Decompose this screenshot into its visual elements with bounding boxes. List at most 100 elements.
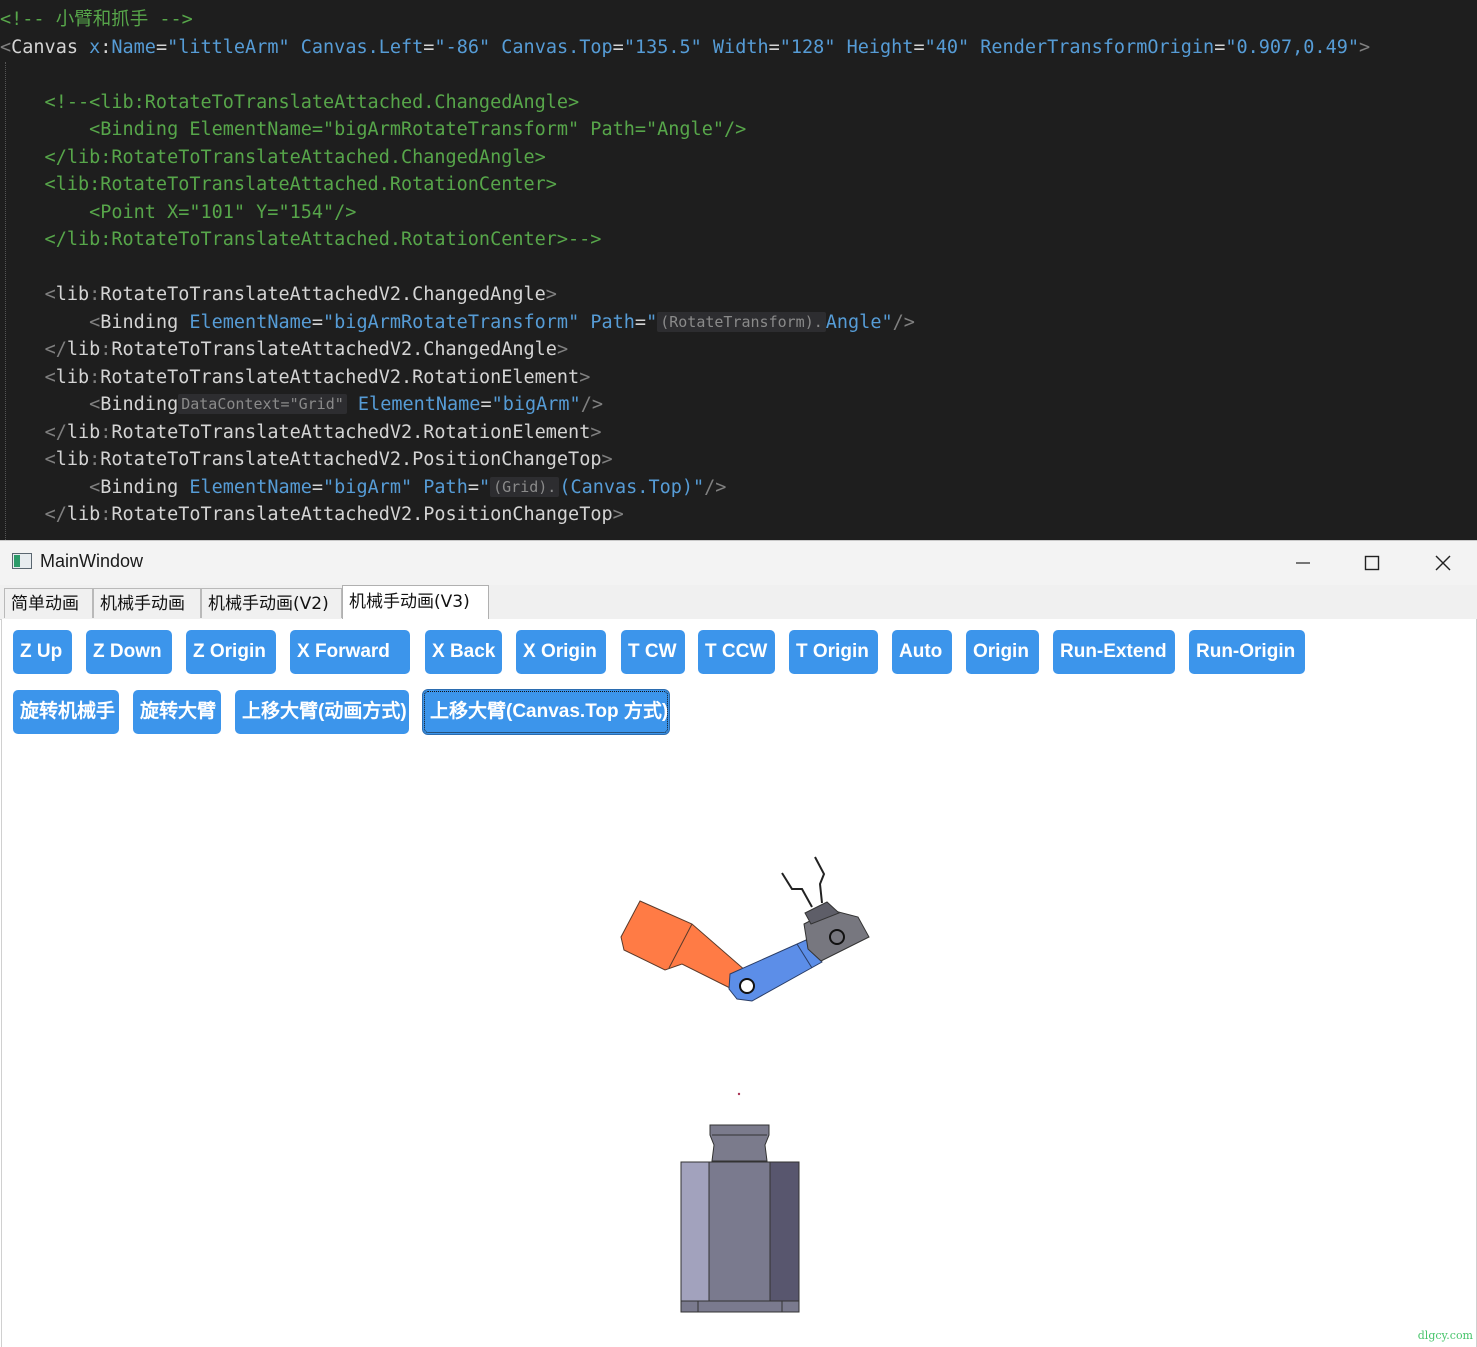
code-token: < <box>89 394 101 415</box>
code-token: Binding <box>100 311 190 333</box>
code-token: : <box>89 449 101 470</box>
code-token: = <box>768 36 780 58</box>
code-token: Binding <box>100 394 179 415</box>
code-token: > <box>590 421 602 443</box>
code-token: lib <box>55 284 90 305</box>
code-editor[interactable]: <!-- 小臂和抓手 --> <Canvas x:Name="littleArm"… <box>0 0 1477 540</box>
code-token: <!--<lib:RotateToTranslateAttached.Chang… <box>0 91 580 113</box>
code-token: <!-- 小臂和抓手 --> <box>0 9 193 30</box>
robot-base <box>680 1124 800 1313</box>
big-arm <box>620 900 747 994</box>
code-token: RenderTransformOrigin <box>980 36 1215 58</box>
inline-hint: DataContext="Grid" <box>178 394 347 414</box>
inline-hint: (RotateTransform). <box>657 311 826 332</box>
code-token: "135.5" <box>623 36 702 58</box>
code-token: > <box>545 284 557 305</box>
code-token: > <box>1358 36 1371 58</box>
code-token: = <box>1214 36 1226 58</box>
code-token: "bigArmRotateTransform" <box>323 311 580 333</box>
code-token: Angle" <box>825 311 893 333</box>
code-token: " <box>646 311 658 333</box>
code-token: < <box>0 36 12 58</box>
code-line: <lib:RotateToTranslateAttached.RotationC… <box>0 171 557 198</box>
code-token: <Point X="101" Y="154"/> <box>0 201 357 223</box>
code-token: Path <box>423 476 468 498</box>
code-token: " <box>478 476 491 498</box>
code-token: </ <box>44 504 67 525</box>
code-line: <!--<lib:RotateToTranslateAttached.Chang… <box>0 89 580 116</box>
code-token: RotateToTranslateAttachedV2.PositionChan… <box>100 449 602 470</box>
code-token: </lib:RotateToTranslateAttached.Rotation… <box>0 229 602 250</box>
maximize-button[interactable] <box>1339 541 1405 585</box>
code-token: : <box>100 36 112 58</box>
code-token: "0.907,0.49" <box>1225 36 1359 58</box>
code-token: RotateToTranslateAttachedV2.RotationElem… <box>100 366 580 388</box>
code-token: /> <box>704 476 727 498</box>
code-token: RotateToTranslateAttachedV2.ChangedAngle <box>100 284 546 305</box>
code-line: </lib:RotateToTranslateAttached.ChangedA… <box>0 144 546 171</box>
code-line: <Binding ElementName="bigArmRotateTransf… <box>0 116 746 143</box>
title-bar[interactable]: MainWindow <box>0 541 1477 585</box>
code-token: "littleArm" <box>167 36 290 58</box>
code-line: </lib:RotateToTranslateAttachedV2.Rotati… <box>0 419 602 446</box>
code-token: x <box>89 36 101 58</box>
code-token: </ <box>44 339 67 360</box>
code-token: Name <box>111 36 156 58</box>
code-token: RotateToTranslateAttachedV2.RotationElem… <box>111 421 591 443</box>
code-token: > <box>612 504 624 525</box>
code-token: Binding <box>100 476 190 498</box>
code-token: < <box>44 284 56 305</box>
code-line: <!-- 小臂和抓手 --> <box>0 6 193 33</box>
code-token: Width <box>712 36 769 58</box>
code-token: : <box>100 504 112 525</box>
code-token: Path <box>590 311 635 333</box>
close-icon <box>1435 555 1451 571</box>
code-token: Height <box>846 36 914 58</box>
code-token: Canvas <box>11 36 90 58</box>
code-token: = <box>913 36 925 58</box>
code-line: <Binding DataContext="Grid" ElementName="… <box>0 391 603 418</box>
code-token: lib <box>66 339 101 360</box>
code-token: : <box>89 366 101 388</box>
code-token: lib <box>66 421 101 443</box>
code-token: > <box>601 449 613 470</box>
minimize-icon <box>1296 562 1310 564</box>
tab-robot-animation-v2[interactable]: 机械手动画(V2) <box>201 588 342 618</box>
code-token: </lib:RotateToTranslateAttached.ChangedA… <box>0 146 546 168</box>
code-token: > <box>556 339 569 360</box>
code-line: <Binding ElementName="bigArm" Path=" (Gri… <box>0 474 726 501</box>
code-token: = <box>423 36 435 58</box>
close-button[interactable] <box>1410 541 1476 585</box>
code-line: <Point X="101" Y="154"/> <box>0 199 356 226</box>
inline-hint: (Grid). <box>490 476 560 497</box>
code-line: </lib:RotateToTranslateAttachedV2.Change… <box>0 336 569 363</box>
code-token: /> <box>892 311 915 333</box>
robot-canvas <box>620 856 870 1313</box>
watermark: dlgcy.com <box>1417 1329 1473 1342</box>
tab-simple-animation[interactable]: 简单动画 <box>4 588 93 618</box>
code-line: <Binding ElementName="bigArmRotateTransf… <box>0 309 915 336</box>
code-line: <lib:RotateToTranslateAttachedV2.Positio… <box>0 446 613 473</box>
code-line: <Canvas x:Name="littleArm" Canvas.Left="… <box>0 34 1370 61</box>
window-title: MainWindow <box>40 551 144 571</box>
code-line: </lib:RotateToTranslateAttachedV2.Positi… <box>0 501 624 528</box>
code-token: < <box>44 366 56 388</box>
code-token: = <box>311 476 324 498</box>
tab-robot-animation[interactable]: 机械手动画 <box>93 588 201 618</box>
code-token: < <box>89 476 101 498</box>
code-token: = <box>467 476 479 498</box>
tab-robot-animation-v3[interactable]: 机械手动画(V3) <box>342 585 489 620</box>
minimize-button[interactable] <box>1270 541 1336 585</box>
